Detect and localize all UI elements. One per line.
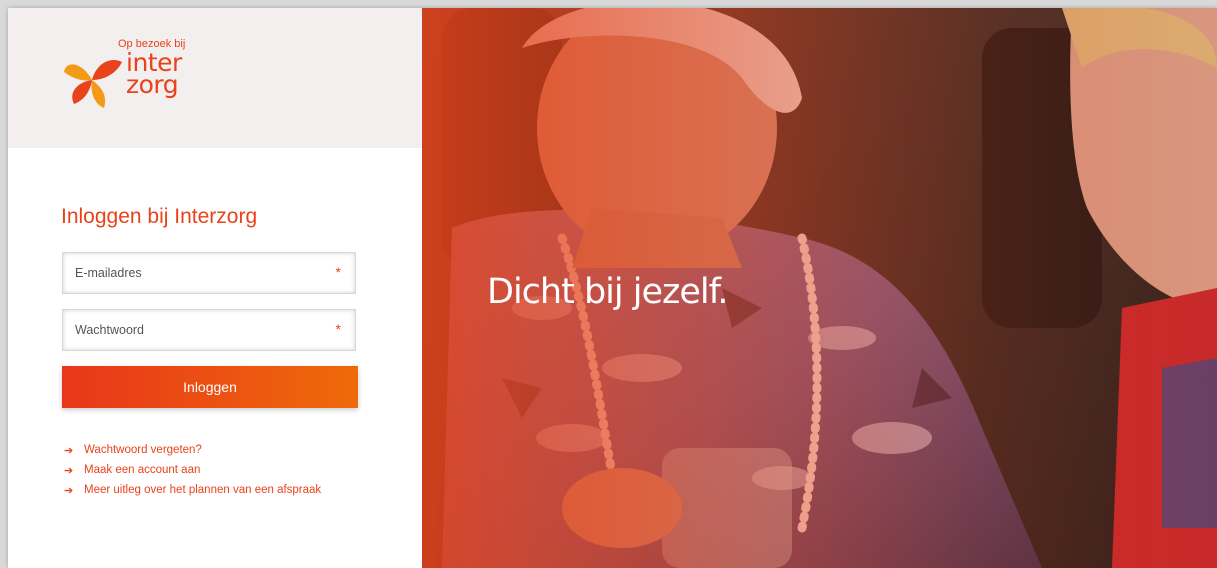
- page-title: Inloggen bij Interzorg: [61, 205, 258, 228]
- password-placeholder: Wachtwoord: [75, 323, 145, 337]
- help-links: ➔ Wachtwoord vergeten? ➔ Maak een accoun…: [64, 440, 321, 500]
- password-field[interactable]: Wachtwoord *: [62, 309, 356, 351]
- create-account-link[interactable]: ➔ Maak een account aan: [64, 460, 321, 480]
- logo-word-zorg: zorg: [126, 70, 179, 99]
- login-page: Op bezoek bij inter zorg Inloggen bij In…: [8, 8, 1217, 568]
- hero-image: Dicht bij jezelf.: [422, 8, 1217, 568]
- appointment-info-link[interactable]: ➔ Meer uitleg over het plannen van een a…: [64, 480, 321, 500]
- login-panel: Op bezoek bij inter zorg Inloggen bij In…: [8, 8, 422, 568]
- forgot-password-link[interactable]: ➔ Wachtwoord vergeten?: [64, 440, 321, 460]
- hero-slogan: Dicht bij jezelf.: [487, 272, 729, 312]
- link-label: Maak een account aan: [84, 464, 201, 476]
- arrow-right-icon: ➔: [64, 484, 74, 497]
- required-marker: *: [335, 264, 341, 280]
- email-field[interactable]: E-mailadres *: [62, 252, 356, 294]
- link-label: Meer uitleg over het plannen van een afs…: [84, 484, 322, 496]
- arrow-right-icon: ➔: [64, 464, 74, 477]
- link-label: Wachtwoord vergeten?: [84, 444, 202, 456]
- logo-band: Op bezoek bij inter zorg: [8, 8, 422, 148]
- interzorg-logo[interactable]: Op bezoek bij inter zorg: [64, 38, 224, 113]
- required-marker: *: [335, 321, 341, 337]
- interzorg-flower-icon: [64, 60, 122, 108]
- login-button[interactable]: Inloggen: [62, 366, 358, 408]
- email-placeholder: E-mailadres: [75, 266, 142, 280]
- arrow-right-icon: ➔: [64, 444, 74, 457]
